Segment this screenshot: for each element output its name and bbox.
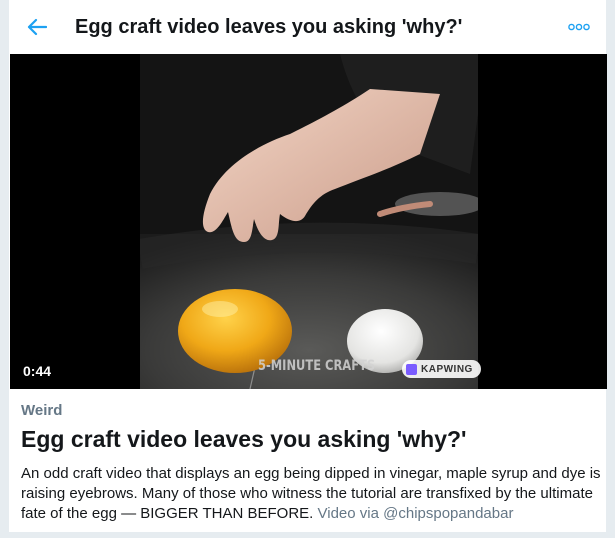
video-player[interactable]: 5-MINUTE CRAFTS KAPWING 0:44 [10,54,607,389]
moment-card: Egg craft video leaves you asking 'why?' [8,0,607,532]
moment-header: Egg craft video leaves you asking 'why?' [9,0,606,54]
video-watermark: 5-MINUTE CRAFTS [258,358,376,374]
page-title: Egg craft video leaves you asking 'why?' [75,16,463,38]
arrow-left-icon [27,18,47,36]
moment-description: An odd craft video that displays an egg … [21,464,601,524]
video-duration-badge: 0:44 [16,359,59,383]
moment-category[interactable]: Weird [21,402,62,420]
back-button[interactable] [23,13,51,41]
more-options-button[interactable] [566,17,592,37]
source-attribution-link[interactable]: Video via @chipspopandabar [318,505,514,522]
kapwing-badge: KAPWING [402,360,481,378]
kapwing-label: KAPWING [421,363,473,375]
description-text: An odd craft video that displays an egg … [21,465,601,522]
moment-headline: Egg craft video leaves you asking 'why?' [21,426,467,452]
video-thumbnail [140,54,478,389]
more-options-icon [568,23,590,31]
kapwing-logo-icon [406,363,417,375]
